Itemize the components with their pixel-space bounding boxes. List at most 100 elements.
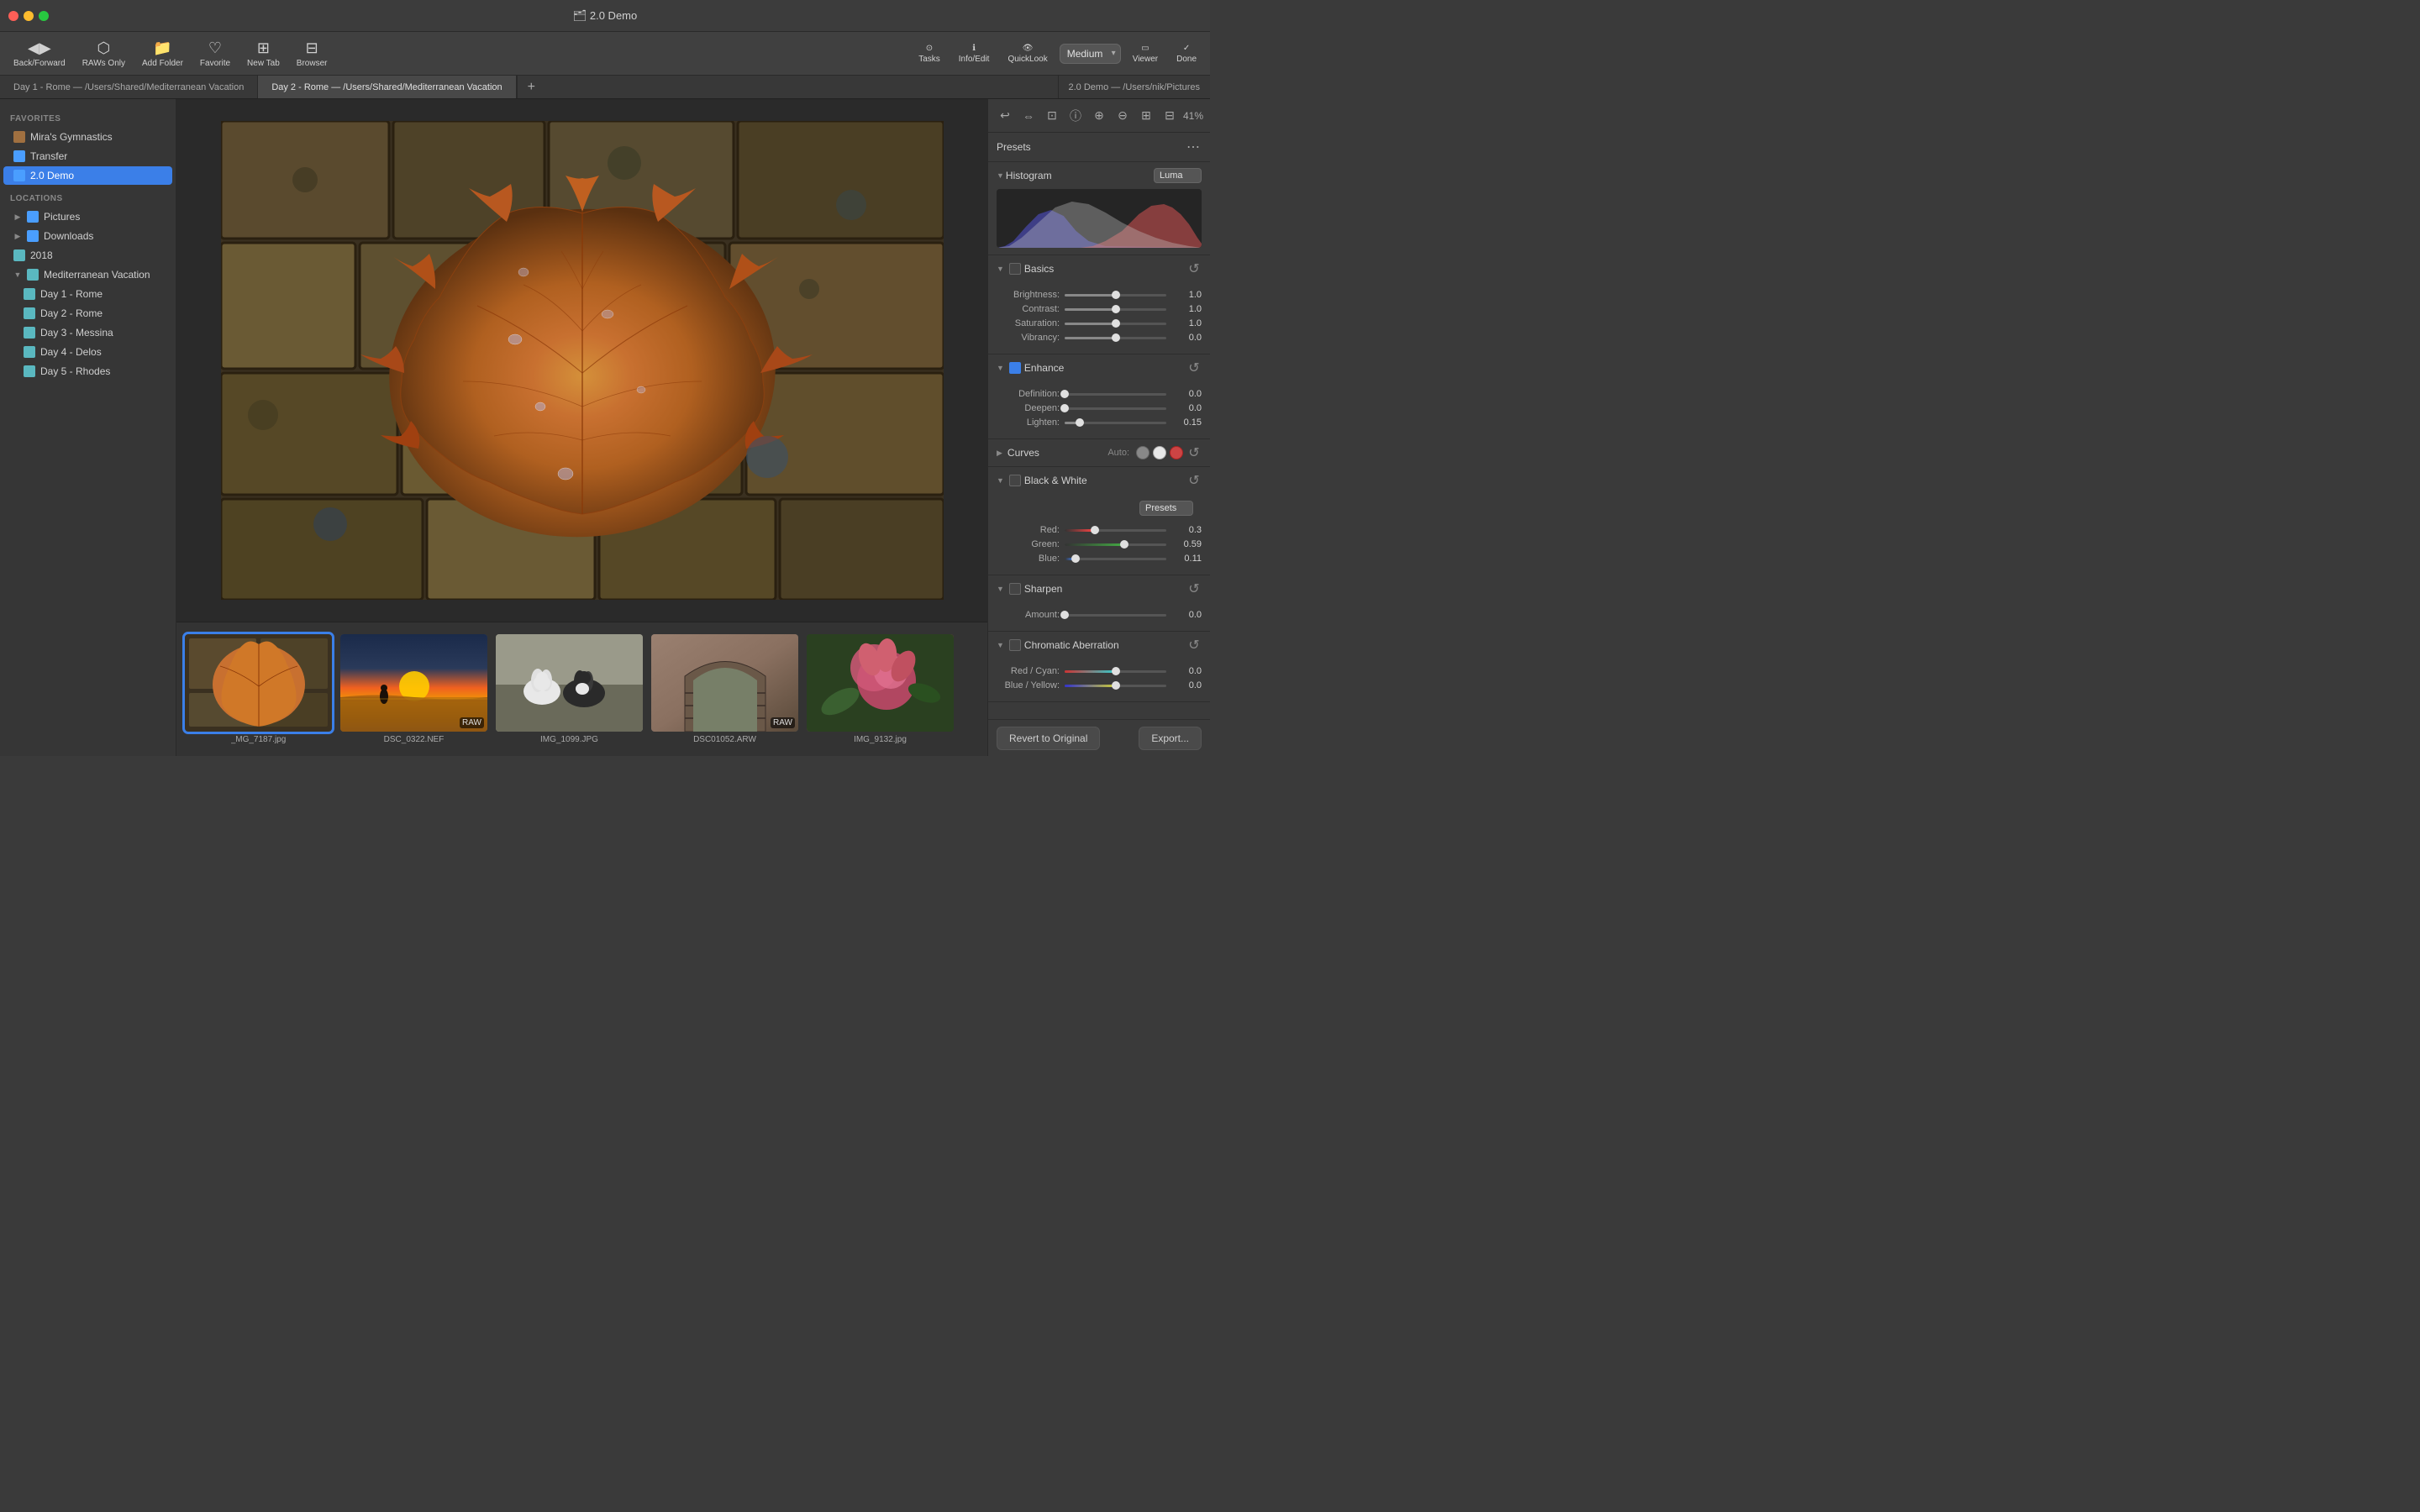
tab-day1[interactable]: Day 1 - Rome — /Users/Shared/Mediterrane… [0,76,258,98]
bw-presets-select[interactable]: Presets [1139,501,1193,516]
done-button[interactable]: ✓ Done [1170,40,1203,67]
bw-reset-button[interactable]: ↺ [1186,473,1202,488]
definition-slider[interactable] [1065,393,1166,396]
brightness-slider[interactable] [1065,294,1166,297]
folder-icon [27,230,39,242]
basics-toggle[interactable] [1009,263,1021,275]
quicklook-button[interactable]: 👁 QuickLook [1001,40,1054,67]
deepen-slider[interactable] [1065,407,1166,410]
new-tab-button[interactable]: ⊞ New Tab [240,36,287,71]
histogram-mode-select[interactable]: Luma RGB Red Green Blue [1154,168,1202,183]
curves-header[interactable]: ▶ Curves Auto: ↺ [988,439,1210,466]
sidebar-item-day5-rhodes[interactable]: Day 5 - Rhodes [13,362,172,381]
ca-red-cyan-label: Red / Cyan: [997,666,1060,676]
amount-slider[interactable] [1065,614,1166,617]
flip-button[interactable]: ⇔ [1018,104,1039,128]
saturation-slider[interactable] [1065,323,1166,325]
favorite-label: Favorite [200,59,230,68]
done-label: Done [1176,55,1197,64]
close-button[interactable] [8,11,18,21]
thumbnail-item-4[interactable]: IMG_9132.jpg [807,634,954,744]
curves-icons [1136,446,1183,459]
rotate-left-button[interactable]: ↩ [995,104,1015,128]
curves-luma-button[interactable] [1136,446,1150,459]
favorite-button[interactable]: ♡ Favorite [193,36,237,71]
bw-blue-value: 0.11 [1171,554,1202,564]
sharpen-reset-button[interactable]: ↺ [1186,581,1202,596]
thumbnail-item-0[interactable]: _MG_7187.jpg [185,634,332,744]
sidebar-item-day1-rome[interactable]: Day 1 - Rome [13,285,172,303]
presets-options-button[interactable]: ⋯ [1185,139,1202,155]
sharpen-header[interactable]: ▼ Sharpen ↺ [988,575,1210,602]
folder-icon [27,269,39,281]
ca-red-cyan-slider[interactable] [1065,670,1166,673]
add-folder-button[interactable]: 📁 Add Folder [135,36,190,71]
fit-button[interactable]: ⊞ [1136,104,1156,128]
curves-red-button[interactable] [1170,446,1183,459]
lighten-row: Lighten: 0.15 [997,417,1202,428]
browser-label: Browser [297,59,328,68]
sidebar-item-day4-delos[interactable]: Day 4 - Delos [13,343,172,361]
folder-icon [13,249,25,261]
thumbnail-item-3[interactable]: RAW DSC01052.ARW [651,634,798,744]
adjustments-panel: ▼ Histogram Luma RGB Red Green Blue [988,162,1210,719]
raws-only-button[interactable]: ⬡ RAWs Only [76,36,132,71]
browser-button[interactable]: ⊟ Browser [290,36,334,71]
ca-toggle[interactable] [1009,639,1021,651]
thumbnail-item-2[interactable]: IMG_1099.JPG [496,634,643,744]
basics-header[interactable]: ▼ Basics ↺ [988,255,1210,282]
sidebar-item-transfer[interactable]: Transfer [3,147,172,165]
bw-blue-slider[interactable] [1065,558,1166,560]
tasks-button[interactable]: ⊙ Tasks [912,40,947,67]
black-white-header[interactable]: ▼ Black & White ↺ [988,467,1210,494]
sidebar-item-2demo[interactable]: 2.0 Demo [3,166,172,185]
revert-to-original-button[interactable]: Revert to Original [997,727,1100,750]
right-panel: ↩ ⇔ ⊡ ⓘ ⊕ ⊖ ⊞ ⊟ 41% Presets ⋯ ▼ Histogra… [987,99,1210,756]
contrast-slider[interactable] [1065,308,1166,311]
thumbnail-item-1[interactable]: RAW DSC_0322.NEF [340,634,487,744]
histogram-chevron[interactable]: ▼ [997,171,1004,180]
thumbnail-size-select[interactable]: Small Medium Large [1060,44,1121,64]
bw-red-slider[interactable] [1065,529,1166,532]
vibrancy-slider[interactable] [1065,337,1166,339]
sidebar-item-pictures[interactable]: ▶ Pictures [3,207,172,226]
minimize-button[interactable] [24,11,34,21]
ca-blue-yellow-slider[interactable] [1065,685,1166,687]
enhance-toggle[interactable] [1009,362,1021,374]
deepen-label: Deepen: [997,403,1060,413]
histogram-chart [997,189,1202,248]
zoom-100-button[interactable]: ⊟ [1160,104,1180,128]
maximize-button[interactable] [39,11,49,21]
zoom-out-button[interactable]: ⊖ [1113,104,1133,128]
sharpen-toggle[interactable] [1009,583,1021,595]
image-viewer[interactable] [176,99,987,622]
saturation-value: 1.0 [1171,318,1202,328]
curves-rgb-button[interactable] [1153,446,1166,459]
sidebar-item-day3-messina[interactable]: Day 3 - Messina [13,323,172,342]
back-forward-button[interactable]: ◀▶ Back/Forward [7,36,72,71]
zoom-in-button[interactable]: ⊕ [1089,104,1109,128]
sidebar-item-downloads[interactable]: ▶ Downloads [3,227,172,245]
new-tab-plus-button[interactable]: + [517,76,545,98]
ca-reset-button[interactable]: ↺ [1186,638,1202,653]
export-button[interactable]: Export... [1139,727,1202,750]
curves-reset-button[interactable]: ↺ [1186,445,1202,460]
back-forward-label: Back/Forward [13,59,66,68]
info-button[interactable]: ⓘ [1065,104,1086,128]
sidebar-item-mediterranean-vacation[interactable]: ▼ Mediterranean Vacation [3,265,172,284]
lighten-slider[interactable] [1065,422,1166,424]
bw-green-slider[interactable] [1065,543,1166,546]
enhance-reset-button[interactable]: ↺ [1186,360,1202,375]
saturation-label: Saturation: [997,318,1060,328]
info-edit-button[interactable]: ℹ Info/Edit [952,40,997,67]
crop-button[interactable]: ⊡ [1042,104,1062,128]
enhance-header[interactable]: ▼ Enhance ↺ [988,354,1210,381]
bw-toggle[interactable] [1009,475,1021,486]
basics-reset-button[interactable]: ↺ [1186,261,1202,276]
ca-header[interactable]: ▼ Chromatic Aberration ↺ [988,632,1210,659]
tab-day2[interactable]: Day 2 - Rome — /Users/Shared/Mediterrane… [258,76,516,98]
viewer-button[interactable]: ▭ Viewer [1126,40,1165,67]
sidebar-item-miras-gymnastics[interactable]: Mira's Gymnastics [3,128,172,146]
sidebar-item-2018[interactable]: 2018 [3,246,172,265]
sidebar-item-day2-rome[interactable]: Day 2 - Rome [13,304,172,323]
